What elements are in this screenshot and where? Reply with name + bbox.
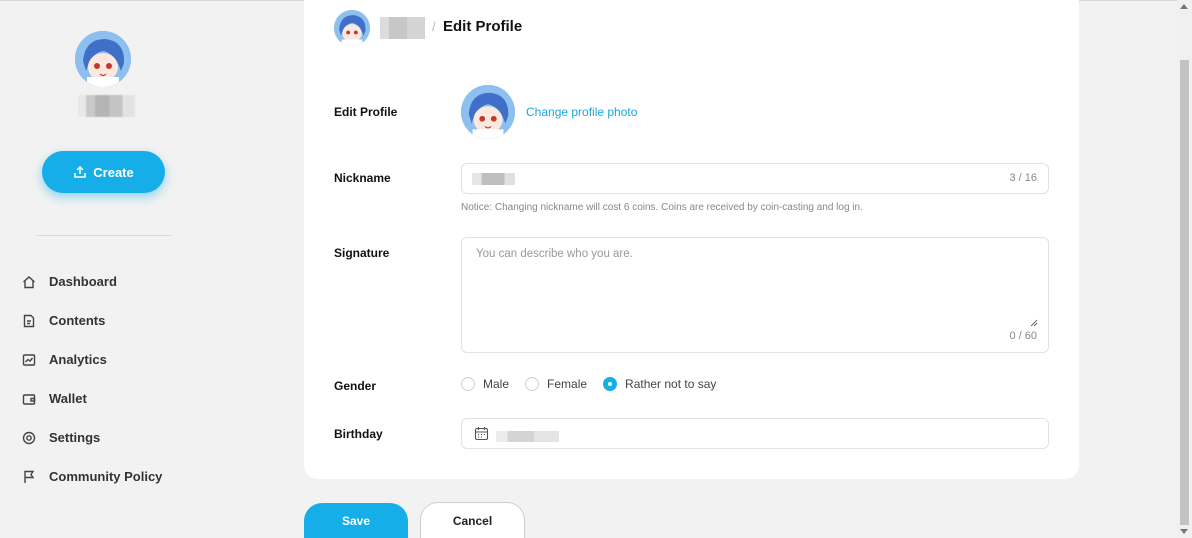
birthday-label: Birthday [334,427,383,441]
create-button[interactable]: Create [42,151,165,193]
sidebar-item-label: Dashboard [49,274,117,289]
profile-photo[interactable] [461,85,515,139]
signature-placeholder: You can describe who you are. [476,248,633,260]
vertical-scrollbar[interactable] [1177,0,1192,538]
sidebar-item-label: Community Policy [49,469,163,484]
avatar[interactable] [75,31,131,87]
signature-label: Signature [334,246,390,260]
sidebar-item-label: Wallet [49,391,87,406]
avatar-image [461,85,515,139]
chart-icon [22,353,36,366]
avatar-image [334,10,370,46]
scroll-down-arrow-icon[interactable] [1180,529,1188,534]
home-icon [23,275,35,288]
sidebar-item-label: Contents [49,313,106,328]
blurred-username [78,95,135,117]
breadcrumb-separator: / [432,19,436,34]
radio-circle [525,377,540,391]
sidebar-item-wallet[interactable]: Wallet [22,379,162,418]
birthday-field[interactable] [461,418,1049,449]
photo-label: Edit Profile [334,105,398,119]
avatar-image [75,31,131,87]
gender-radio-female[interactable]: Female [525,377,587,391]
sidebar-item-analytics[interactable]: Analytics [22,340,162,379]
document-icon [23,314,35,327]
gender-radio-group: Male Female Rather not to say [461,377,732,391]
sidebar-item-contents[interactable]: Contents [22,301,162,340]
radio-circle-selected [603,377,618,391]
nickname-notice: Notice: Changing nickname will cost 6 co… [461,202,863,213]
gear-icon [22,431,36,444]
upload-icon [74,165,87,178]
sidebar-item-settings[interactable]: Settings [22,418,162,457]
nickname-counter: 3 / 16 [1009,172,1037,184]
edit-profile-card: / Edit Profile Edit Profile Change profi… [304,0,1079,479]
wallet-icon [22,393,36,405]
radio-label: Female [547,377,588,391]
breadcrumb-blurred-name[interactable] [380,17,425,39]
gender-radio-male[interactable]: Male [461,377,509,391]
sidebar-item-label: Analytics [49,352,107,367]
scroll-thumb[interactable] [1180,60,1189,525]
create-label: Create [93,164,134,180]
sidebar-item-label: Settings [49,430,101,445]
cancel-button[interactable]: Cancel [420,502,525,538]
radio-label: Male [483,377,510,391]
sidebar-item-community-policy[interactable]: Community Policy [22,457,162,496]
sidebar-divider [36,235,172,236]
radio-circle [461,377,475,391]
signature-counter: 0 / 60 [1009,330,1037,342]
change-photo-link[interactable]: Change profile photo [526,105,637,119]
birthday-blurred-value [496,431,559,442]
page-title: Edit Profile [443,18,523,35]
nickname-field[interactable]: 3 / 16 [461,163,1049,194]
signature-field[interactable]: You can describe who you are. 0 / 60 [461,237,1049,353]
sidebar: Create Dashboard Contents Analytics Wall… [0,0,205,538]
save-button[interactable]: Save [304,503,408,538]
scroll-up-arrow-icon[interactable] [1180,4,1188,9]
breadcrumb-avatar[interactable] [334,10,370,46]
gender-label: Gender [334,379,377,393]
resize-handle-icon[interactable] [1030,319,1038,327]
nickname-blurred-value [472,173,515,185]
gender-radio-rather-not-say[interactable]: Rather not to say [603,377,716,391]
sidebar-item-dashboard[interactable]: Dashboard [22,262,162,301]
flag-icon [24,470,35,483]
nickname-label: Nickname [334,171,391,185]
sidebar-nav: Dashboard Contents Analytics Wallet Sett… [22,262,162,496]
radio-label: Rather not to say [625,377,717,391]
calendar-icon [474,427,489,441]
